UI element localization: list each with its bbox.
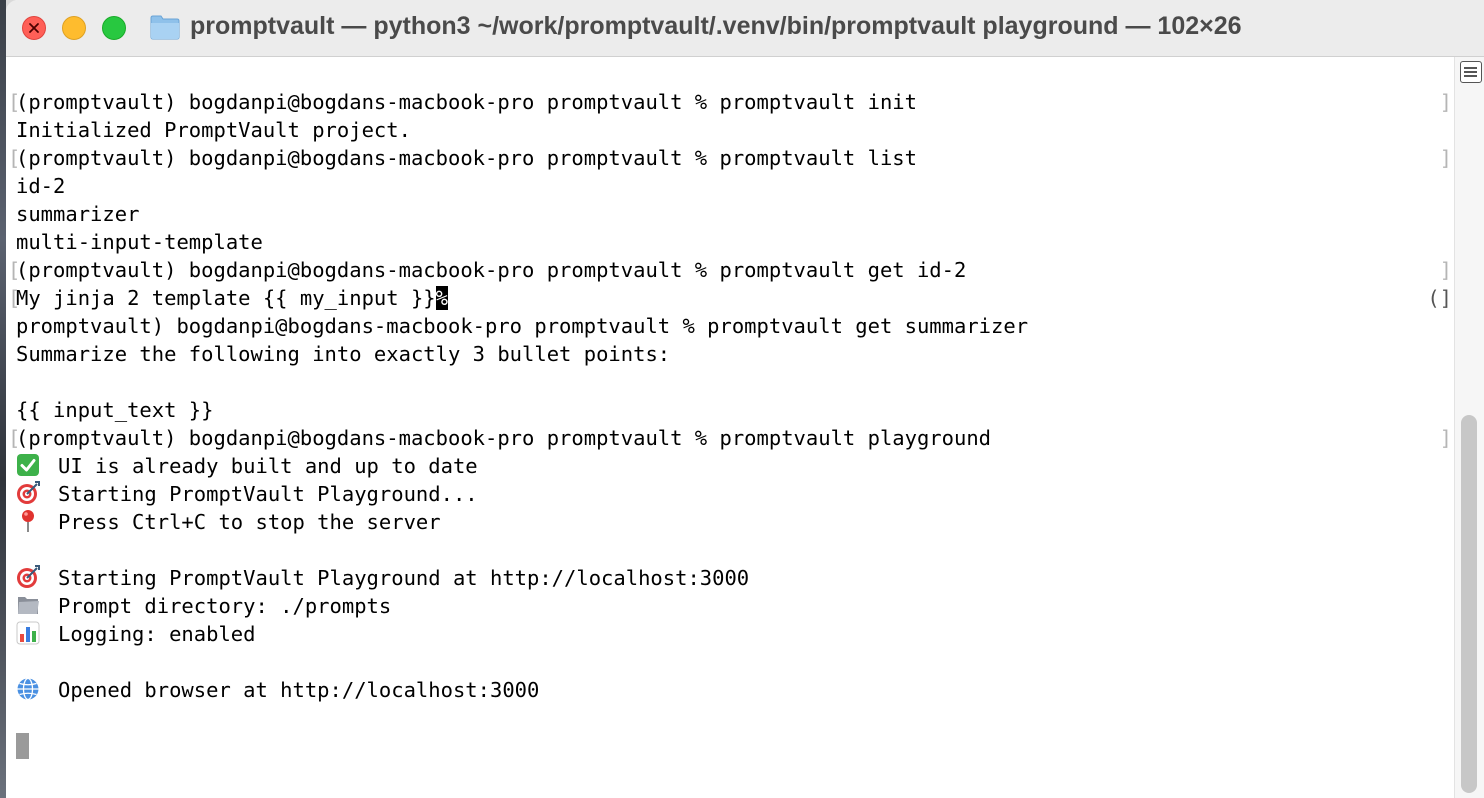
- line-mark-right: ]: [1439, 146, 1452, 170]
- terminal-line: [(promptvault) bogdanpi@bogdans-macbook-…: [8, 144, 1452, 172]
- target-icon: [16, 481, 44, 505]
- line-mark-right: ]: [1439, 426, 1452, 450]
- line-mark-right: (]: [1427, 286, 1452, 310]
- terminal-window: promptvault — python3 ~/work/promptvault…: [6, 0, 1484, 798]
- scrollbar-menu-button[interactable]: [1460, 61, 1482, 83]
- line-text: id-2: [16, 174, 66, 198]
- terminal-output: [(promptvault) bogdanpi@bogdans-macbook-…: [8, 60, 1452, 704]
- terminal-line: Opened browser at http://localhost:3000: [16, 676, 1452, 704]
- list-icon: [1464, 67, 1477, 77]
- line-mark-left: [: [8, 286, 21, 310]
- terminal-line: Starting PromptVault Playground at http:…: [16, 564, 1452, 592]
- target-icon: [16, 565, 44, 589]
- terminal-line: Prompt directory: ./prompts: [16, 592, 1452, 620]
- line-mark-left: [: [8, 146, 21, 170]
- line-text: Opened browser at http://localhost:3000: [58, 678, 540, 702]
- terminal-line: [(promptvault) bogdanpi@bogdans-macbook-…: [8, 424, 1452, 452]
- terminal-line: promptvault) bogdanpi@bogdans-macbook-pr…: [16, 312, 1452, 340]
- line-text: promptvault) bogdanpi@bogdans-macbook-pr…: [16, 314, 1029, 338]
- close-button[interactable]: [22, 16, 46, 40]
- line-text: (promptvault) bogdanpi@bogdans-macbook-p…: [16, 90, 917, 114]
- line-mark-right: ]: [1439, 90, 1452, 114]
- folder-icon: [16, 593, 44, 617]
- terminal-line: Starting PromptVault Playground...: [16, 480, 1452, 508]
- inline-cursor: %: [435, 286, 448, 310]
- terminal-line: UI is already built and up to date: [16, 452, 1452, 480]
- terminal-line: Logging: enabled: [16, 620, 1452, 648]
- scrollbar[interactable]: [1454, 57, 1484, 798]
- line-text: Initialized PromptVault project.: [16, 118, 411, 142]
- line-text: (promptvault) bogdanpi@bogdans-macbook-p…: [16, 426, 992, 450]
- line-text: summarizer: [16, 202, 140, 226]
- pin-icon: [16, 509, 44, 533]
- line-text: multi-input-template: [16, 230, 263, 254]
- line-text: (promptvault) bogdanpi@bogdans-macbook-p…: [16, 146, 917, 170]
- line-text: Starting PromptVault Playground...: [58, 482, 478, 506]
- terminal-line: [(promptvault) bogdanpi@bogdans-macbook-…: [8, 256, 1452, 284]
- line-text: Logging: enabled: [58, 622, 256, 646]
- maximize-button[interactable]: [102, 16, 126, 40]
- terminal-line: [My jinja 2 template {{ my_input }}% (]: [8, 284, 1452, 312]
- line-text: Starting PromptVault Playground at http:…: [58, 566, 750, 590]
- line-text: {{ input_text }}: [16, 398, 214, 422]
- scrollbar-thumb[interactable]: [1461, 415, 1477, 793]
- folder-icon: [150, 15, 180, 40]
- line-mark-left: [: [8, 258, 21, 282]
- terminal-cursor: [16, 733, 29, 759]
- terminal-line: {{ input_text }}: [16, 396, 1452, 424]
- line-text: Prompt directory: ./prompts: [58, 594, 392, 618]
- line-mark-left: [: [8, 90, 21, 114]
- line-text: Press Ctrl+C to stop the server: [58, 510, 441, 534]
- title-bar[interactable]: promptvault — python3 ~/work/promptvault…: [6, 0, 1484, 57]
- terminal-line: Press Ctrl+C to stop the server: [16, 508, 1452, 536]
- terminal-line: multi-input-template: [16, 228, 1452, 256]
- line-text: Summarize the following into exactly 3 b…: [16, 342, 671, 366]
- terminal-line: Initialized PromptVault project.: [16, 116, 1452, 144]
- terminal-line: id-2: [16, 172, 1452, 200]
- terminal-line: summarizer: [16, 200, 1452, 228]
- globe-icon: [16, 677, 44, 701]
- check-icon: [16, 453, 44, 477]
- line-mark-right: ]: [1439, 258, 1452, 282]
- terminal-line: [(promptvault) bogdanpi@bogdans-macbook-…: [8, 88, 1452, 116]
- line-text: My jinja 2 template {{ my_input }}: [16, 286, 436, 310]
- chart-icon: [16, 621, 44, 645]
- close-icon: [29, 23, 39, 33]
- line-mark-left: [: [8, 426, 21, 450]
- line-text: UI is already built and up to date: [58, 454, 478, 478]
- line-text: (promptvault) bogdanpi@bogdans-macbook-p…: [16, 258, 967, 282]
- terminal-line: Summarize the following into exactly 3 b…: [16, 340, 1452, 368]
- minimize-button[interactable]: [62, 16, 86, 40]
- window-title: promptvault — python3 ~/work/promptvault…: [190, 12, 1242, 40]
